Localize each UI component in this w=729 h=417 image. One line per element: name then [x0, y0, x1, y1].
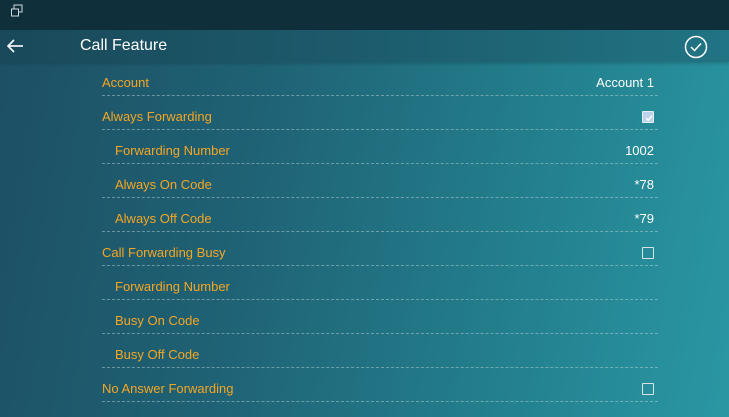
status-bar [0, 0, 729, 30]
no-answer-forwarding-row[interactable]: No Answer Forwarding [102, 368, 658, 402]
always-off-code-row[interactable]: Always Off Code *79 [102, 198, 658, 232]
arrow-left-icon [6, 39, 23, 53]
row-label: Always On Code [115, 177, 212, 192]
confirm-button[interactable] [683, 34, 709, 60]
always-forwarding-number-row[interactable]: Forwarding Number 1002 [102, 130, 658, 164]
back-button[interactable] [6, 32, 46, 60]
always-forwarding-row[interactable]: Always Forwarding [102, 96, 658, 130]
call-feature-screen: Call Feature Account Account 1 Always Fo… [0, 0, 729, 417]
always-on-code-row[interactable]: Always On Code *78 [102, 164, 658, 198]
page-title: Call Feature [80, 37, 168, 54]
checkmark-icon [645, 115, 653, 122]
row-label: Forwarding Number [115, 143, 230, 158]
divider [102, 401, 658, 402]
call-forwarding-busy-checkbox[interactable] [642, 247, 654, 259]
row-label: No Answer Forwarding [102, 381, 234, 396]
check-circle-icon [684, 35, 708, 59]
always-forwarding-checkbox[interactable] [642, 111, 654, 123]
row-label: Always Forwarding [102, 109, 212, 124]
row-label: Call Forwarding Busy [102, 245, 226, 260]
title-bar: Call Feature [0, 30, 729, 62]
row-label: Busy Off Code [115, 347, 200, 362]
call-forwarding-busy-row[interactable]: Call Forwarding Busy [102, 232, 658, 266]
always-off-code-value: *79 [634, 211, 654, 226]
always-on-code-value: *78 [634, 177, 654, 192]
busy-forwarding-number-row[interactable]: Forwarding Number [102, 266, 658, 300]
row-label: Always Off Code [115, 211, 212, 226]
account-value: Account 1 [596, 75, 654, 90]
row-label: Forwarding Number [115, 279, 230, 294]
row-label: Account [102, 75, 149, 90]
no-answer-forwarding-checkbox[interactable] [642, 383, 654, 395]
busy-off-code-row[interactable]: Busy Off Code [102, 334, 658, 368]
window-restore-icon [10, 4, 24, 18]
row-label: Busy On Code [115, 313, 200, 328]
busy-on-code-row[interactable]: Busy On Code [102, 300, 658, 334]
forwarding-number-value: 1002 [625, 143, 654, 158]
account-row[interactable]: Account Account 1 [102, 62, 658, 96]
